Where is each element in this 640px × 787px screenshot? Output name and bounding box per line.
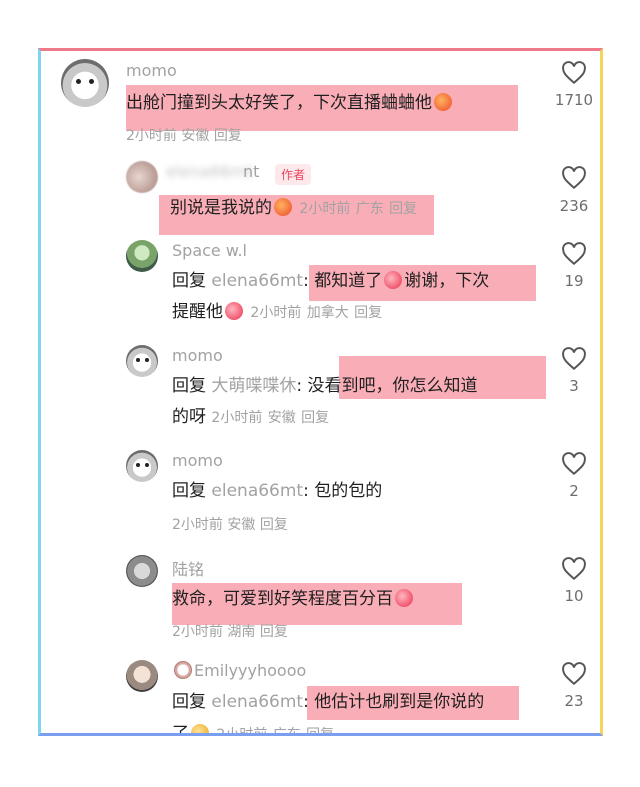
username-suffix: nt	[243, 162, 260, 181]
avatar[interactable]	[126, 555, 158, 587]
heart-outline-icon[interactable]	[561, 662, 587, 686]
author-badge: 作者	[275, 164, 312, 185]
avatar[interactable]	[61, 59, 109, 107]
comment-text: 出舱门撞到头太好笑了，下次直播蛐蛐他	[126, 91, 454, 115]
avatar[interactable]	[126, 161, 158, 193]
reply-button[interactable]: 回复	[260, 517, 288, 533]
username[interactable]: momo	[172, 346, 223, 365]
comment-text: 救命，可爱到好笑程度百分百	[172, 587, 415, 611]
comment-meta: 2小时前 安徽 回复	[172, 517, 288, 533]
comment-text-line2: 提醒他 2小时前 加拿大 回复	[172, 302, 383, 322]
heart-outline-icon[interactable]	[561, 166, 587, 190]
username-blurred[interactable]: elena66mt	[166, 162, 252, 181]
emoji-face-icon	[434, 93, 452, 111]
like-count: 10	[564, 587, 584, 605]
comment-text-line2: 的呀 2小时前 安徽 回复	[172, 407, 330, 427]
like-count: 19	[564, 272, 584, 290]
like-count: 236	[559, 197, 589, 215]
reply-button[interactable]: 回复	[389, 201, 417, 217]
reply-button[interactable]: 回复	[306, 727, 334, 733]
heart-outline-icon[interactable]	[561, 61, 587, 85]
username[interactable]: Emilyyyhoooo	[172, 661, 306, 680]
reply-button[interactable]: 回复	[354, 305, 382, 321]
comment-text: 别说是我说的 2小时前 广东 回复	[170, 198, 418, 218]
like-count: 1710	[554, 91, 594, 109]
heart-outline-icon[interactable]	[561, 347, 587, 371]
like-count: 3	[569, 377, 579, 395]
comment-text: 回复 大萌喋喋休: 没看到吧，你怎么知道	[172, 376, 478, 396]
emoji-face-icon	[384, 271, 403, 289]
heart-outline-icon[interactable]	[561, 242, 587, 266]
like-count: 2	[569, 482, 579, 500]
emoji-face-icon	[395, 589, 413, 607]
username[interactable]: momo	[126, 61, 177, 80]
avatar[interactable]	[126, 660, 158, 692]
like-count: 23	[564, 692, 584, 710]
comment-text-line2: 了 2小时前 广东 回复	[172, 722, 334, 733]
comment-meta: 2小时前 湖南 回复	[172, 624, 288, 640]
mention-link[interactable]: 大萌喋喋休	[211, 376, 296, 396]
emoji-face-icon	[274, 198, 292, 216]
comment-meta: 2小时前 安徽 回复	[126, 128, 242, 144]
heart-outline-icon[interactable]	[561, 557, 587, 581]
reply-button[interactable]: 回复	[260, 624, 288, 640]
mention-link[interactable]: elena66mt	[211, 271, 303, 291]
reply-button[interactable]: 回复	[301, 410, 329, 426]
comment-text: 回复 elena66mt: 他估计也刷到是你说的	[172, 692, 485, 712]
comment-text: 回复 elena66mt: 都知道了 谢谢，下次	[172, 271, 490, 291]
username[interactable]: 陆铭	[172, 556, 204, 580]
avatar[interactable]	[126, 240, 158, 272]
mention-link[interactable]: elena66mt	[211, 692, 303, 712]
comment-text: 回复 elena66mt: 包的包的	[172, 481, 383, 501]
emoji-face-icon	[191, 724, 209, 733]
emoji-face-icon	[225, 302, 243, 320]
heart-outline-icon[interactable]	[561, 452, 587, 476]
username[interactable]: momo	[172, 451, 223, 470]
reply-button[interactable]: 回复	[214, 128, 242, 144]
cow-icon	[174, 661, 192, 679]
username[interactable]: Space w.l	[172, 241, 247, 260]
avatar[interactable]	[126, 450, 158, 482]
comment-panel: momo 出舱门撞到头太好笑了，下次直播蛐蛐他 2小时前 安徽 回复 1710 …	[38, 48, 603, 736]
avatar[interactable]	[126, 345, 158, 377]
mention-link[interactable]: elena66mt	[211, 481, 303, 501]
